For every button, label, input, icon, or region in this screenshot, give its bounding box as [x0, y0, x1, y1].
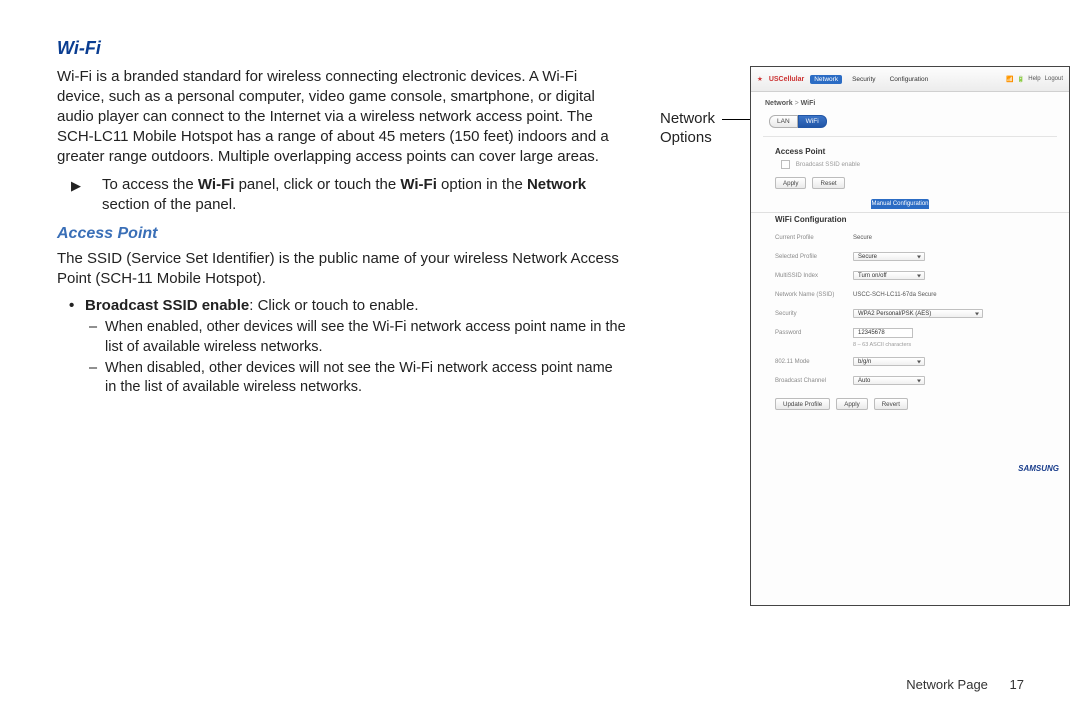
- section-access-point: Access Point: [751, 143, 1069, 158]
- tab-configuration[interactable]: Configuration: [886, 75, 933, 84]
- mode-select[interactable]: b/g/n: [853, 357, 925, 366]
- panel-header: ★ USCellular Network Security Configurat…: [751, 67, 1069, 92]
- channel-select[interactable]: Auto: [853, 376, 925, 385]
- network-options-toggle: LAN WiFi: [751, 111, 1069, 136]
- row-current-profile: Current Profile Secure: [751, 228, 1069, 247]
- tab-security[interactable]: Security: [848, 75, 879, 84]
- admin-panel-screenshot: ★ USCellular Network Security Configurat…: [750, 66, 1070, 606]
- update-profile-button[interactable]: Update Profile: [775, 398, 830, 410]
- row-selected-profile: Selected Profile Secure: [751, 247, 1069, 266]
- wifi-access-step: ▶ To access the Wi-Fi panel, click or to…: [57, 175, 627, 215]
- breadcrumb: Network > WiFi: [751, 92, 1069, 111]
- row-security: Security WPA2 Personal/PSK (AES): [751, 304, 1069, 323]
- access-point-description: The SSID (Service Set Identifier) is the…: [57, 249, 627, 289]
- row-multissid: MultiSSID Index Turn on/off: [751, 266, 1069, 285]
- multissid-select[interactable]: Turn on/off: [853, 271, 925, 280]
- help-link[interactable]: Help: [1028, 76, 1040, 82]
- manual-configuration-tab[interactable]: Manual Configuration: [871, 199, 929, 209]
- wifi-description: Wi-Fi is a branded standard for wireless…: [57, 67, 627, 167]
- footer-section-label: Network Page: [906, 677, 988, 692]
- password-hint: 8 – 63 ASCII characters: [853, 342, 1069, 352]
- row-80211-mode: 802.11 Mode b/g/n: [751, 352, 1069, 371]
- reset-button[interactable]: Reset: [812, 177, 844, 189]
- toggle-wifi[interactable]: WiFi: [798, 115, 827, 128]
- tab-network[interactable]: Network: [810, 75, 842, 84]
- page-number: 17: [1010, 677, 1024, 692]
- logout-link[interactable]: Logout: [1045, 76, 1063, 82]
- brand-label: USCellular: [769, 76, 804, 83]
- row-ssid: Network Name (SSID) USCC-SCH-LC11-67da S…: [751, 285, 1069, 304]
- broadcast-ssid-checkbox[interactable]: Broadcast SSID enable: [751, 158, 1069, 175]
- star-icon: ★: [757, 75, 763, 83]
- apply-button-2[interactable]: Apply: [836, 398, 867, 410]
- divider: [763, 136, 1057, 137]
- apply-button[interactable]: Apply: [775, 177, 806, 189]
- broadcast-ssid-enabled-note: When enabled, other devices will see the…: [57, 318, 627, 357]
- broadcast-ssid-disabled-note: When disabled, other devices will not se…: [57, 359, 627, 398]
- row-password: Password 12345678: [751, 323, 1069, 342]
- section-wifi-configuration: WiFi Configuration: [751, 212, 1069, 228]
- toggle-lan[interactable]: LAN: [769, 115, 798, 128]
- password-input[interactable]: 12345678: [853, 328, 913, 338]
- battery-icon: 🔋: [1017, 76, 1024, 83]
- selected-profile-select[interactable]: Secure: [853, 252, 925, 261]
- row-broadcast-channel: Broadcast Channel Auto: [751, 371, 1069, 390]
- checkbox-icon[interactable]: [781, 160, 790, 169]
- heading-access-point: Access Point: [57, 225, 627, 243]
- left-column: Wi-Fi Wi-Fi is a branded standard for wi…: [57, 38, 627, 400]
- page-footer: Network Page 17: [906, 677, 1024, 692]
- security-select[interactable]: WPA2 Personal/PSK (AES): [853, 309, 983, 318]
- heading-wifi: Wi-Fi: [57, 38, 627, 59]
- callout-network-options: Network Options: [660, 110, 715, 148]
- revert-button[interactable]: Revert: [874, 398, 908, 410]
- signal-icon: 📶: [1006, 76, 1013, 83]
- samsung-logo: SAMSUNG: [1018, 464, 1059, 473]
- triangle-bullet-icon: ▶: [71, 177, 81, 194]
- broadcast-ssid-bullet: Broadcast SSID enable: Click or touch to…: [57, 296, 627, 316]
